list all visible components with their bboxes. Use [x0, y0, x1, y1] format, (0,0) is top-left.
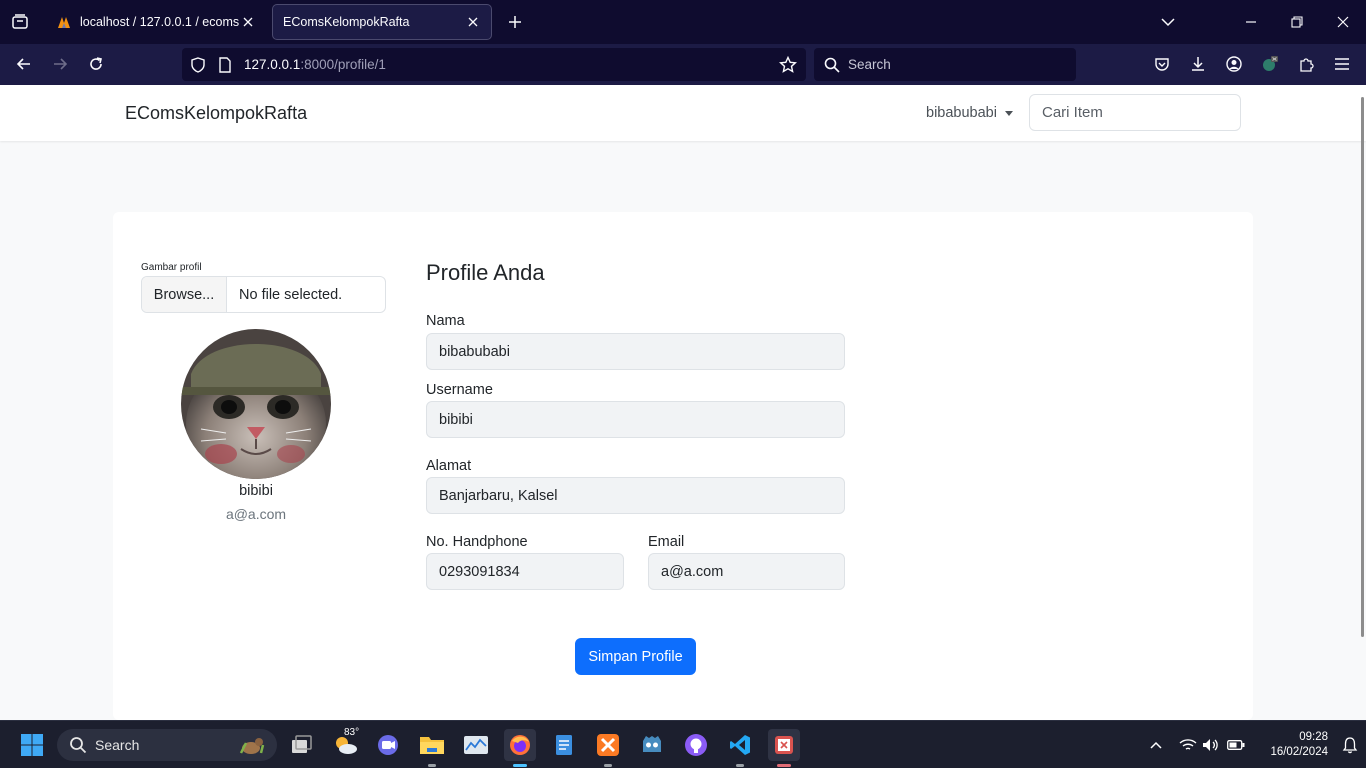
page-info-icon[interactable]	[218, 56, 236, 74]
notifications-bell-icon[interactable]	[1340, 733, 1360, 757]
running-indicator	[428, 764, 436, 767]
teams-chat-icon[interactable]	[372, 729, 404, 761]
alamat-label: Alamat	[426, 458, 472, 474]
tab-title: EComsKelompokRafta	[283, 15, 410, 29]
snipping-tool-icon[interactable]	[768, 729, 800, 767]
running-indicator	[604, 764, 612, 767]
username-label: Username	[426, 382, 493, 398]
weather-widget-icon[interactable]: 83°	[330, 727, 362, 761]
bookmark-star-icon[interactable]	[776, 53, 800, 77]
search-highlight-icon	[237, 733, 267, 762]
alamat-input[interactable]	[426, 477, 845, 514]
running-indicator	[736, 764, 744, 767]
url-path: :8000/profile/1	[300, 57, 386, 72]
avatar	[181, 329, 331, 479]
godot-icon[interactable]	[636, 729, 668, 761]
site-navbar: EComsKelompokRafta bibabubabi	[0, 85, 1366, 141]
taskbar-search-label: Search	[95, 737, 140, 753]
phone-input[interactable]	[426, 553, 624, 590]
xampp-icon[interactable]	[592, 729, 624, 767]
phone-label: No. Handphone	[426, 534, 528, 550]
tab-phpmyadmin[interactable]: localhost / 127.0.0.1 / ecoms / i	[46, 4, 266, 40]
browser-toolbar: 127.0.0.1:8000/profile/1 Search	[0, 44, 1366, 85]
url-host: 127.0.0.1	[244, 57, 301, 72]
close-window-button[interactable]	[1331, 10, 1355, 34]
extension-icon[interactable]	[1258, 52, 1282, 76]
firefox-icon[interactable]	[504, 729, 536, 767]
caret-down-icon	[1004, 110, 1013, 116]
reload-button[interactable]	[84, 52, 108, 76]
site-brand[interactable]: EComsKelompokRafta	[125, 103, 307, 124]
downloads-icon[interactable]	[1186, 52, 1210, 76]
tab-title: localhost / 127.0.0.1 / ecoms / i	[80, 15, 240, 29]
notepad-icon[interactable]	[548, 729, 580, 761]
clock-time: 09:28	[1299, 731, 1328, 743]
page-title: Profile Anda	[426, 260, 545, 285]
save-profile-button[interactable]: Simpan Profile	[575, 638, 696, 675]
search-icon	[69, 736, 87, 754]
new-tab-button[interactable]	[503, 10, 527, 34]
page-scrollbar[interactable]	[1361, 97, 1364, 637]
item-search-input[interactable]	[1029, 94, 1241, 131]
active-indicator	[513, 764, 527, 767]
clock-date: 16/02/2024	[1270, 746, 1328, 758]
vscode-icon[interactable]	[724, 729, 756, 767]
show-hidden-icons-chevron-icon[interactable]	[1146, 733, 1166, 757]
tracking-shield-icon[interactable]	[190, 56, 208, 74]
profile-username: bibibi	[239, 483, 273, 499]
resource-monitor-icon[interactable]	[460, 729, 492, 761]
profile-image-file-input[interactable]: Browse... No file selected.	[141, 276, 386, 313]
github-desktop-icon[interactable]	[680, 729, 712, 761]
forward-button[interactable]	[48, 52, 72, 76]
profile-image-label: Gambar profil	[141, 262, 202, 273]
address-bar[interactable]: 127.0.0.1:8000/profile/1	[182, 48, 806, 81]
url-text[interactable]: 127.0.0.1:8000/profile/1	[244, 57, 776, 72]
search-icon	[824, 57, 840, 73]
email-input[interactable]	[648, 553, 845, 590]
battery-icon[interactable]	[1226, 733, 1246, 757]
username-input[interactable]	[426, 401, 845, 438]
restore-button[interactable]	[1285, 10, 1309, 34]
taskbar-search[interactable]: Search	[57, 729, 277, 761]
user-dropdown[interactable]: bibabubabi	[926, 105, 1013, 121]
extensions-puzzle-icon[interactable]	[1294, 52, 1318, 76]
nama-input[interactable]	[426, 333, 845, 370]
tab-list-icon[interactable]	[8, 10, 32, 34]
email-label: Email	[648, 534, 685, 550]
file-status: No file selected.	[239, 286, 343, 303]
tab-ecoms[interactable]: EComsKelompokRafta	[272, 4, 492, 40]
close-tab-icon[interactable]	[465, 14, 481, 30]
list-all-tabs-icon[interactable]	[1156, 10, 1180, 34]
windows-start-icon[interactable]	[16, 729, 48, 761]
nama-label: Nama	[426, 313, 465, 329]
profile-email: a@a.com	[225, 506, 287, 522]
taskbar-clock[interactable]: 09:28 16/02/2024	[1258, 730, 1328, 760]
windows-taskbar: Search 83° 09:28 16/02/2024	[0, 720, 1366, 768]
close-tab-icon[interactable]	[240, 14, 256, 30]
active-indicator	[777, 764, 791, 767]
pocket-icon[interactable]	[1150, 52, 1174, 76]
user-dropdown-label: bibabubabi	[926, 105, 997, 121]
search-placeholder: Search	[848, 57, 891, 72]
volume-icon[interactable]	[1201, 733, 1221, 757]
task-view-icon[interactable]	[285, 729, 317, 761]
minimize-button[interactable]	[1239, 10, 1263, 34]
account-icon[interactable]	[1222, 52, 1246, 76]
phpmyadmin-icon	[56, 14, 72, 30]
weather-temp: 83°	[344, 727, 360, 738]
back-button[interactable]	[12, 52, 36, 76]
browser-search-bar[interactable]: Search	[814, 48, 1076, 81]
file-explorer-icon[interactable]	[416, 729, 448, 767]
browse-button[interactable]: Browse...	[142, 277, 227, 312]
browser-tab-strip: localhost / 127.0.0.1 / ecoms / i EComsK…	[0, 0, 1366, 44]
menu-hamburger-icon[interactable]	[1330, 52, 1354, 76]
wifi-icon[interactable]	[1178, 733, 1198, 757]
